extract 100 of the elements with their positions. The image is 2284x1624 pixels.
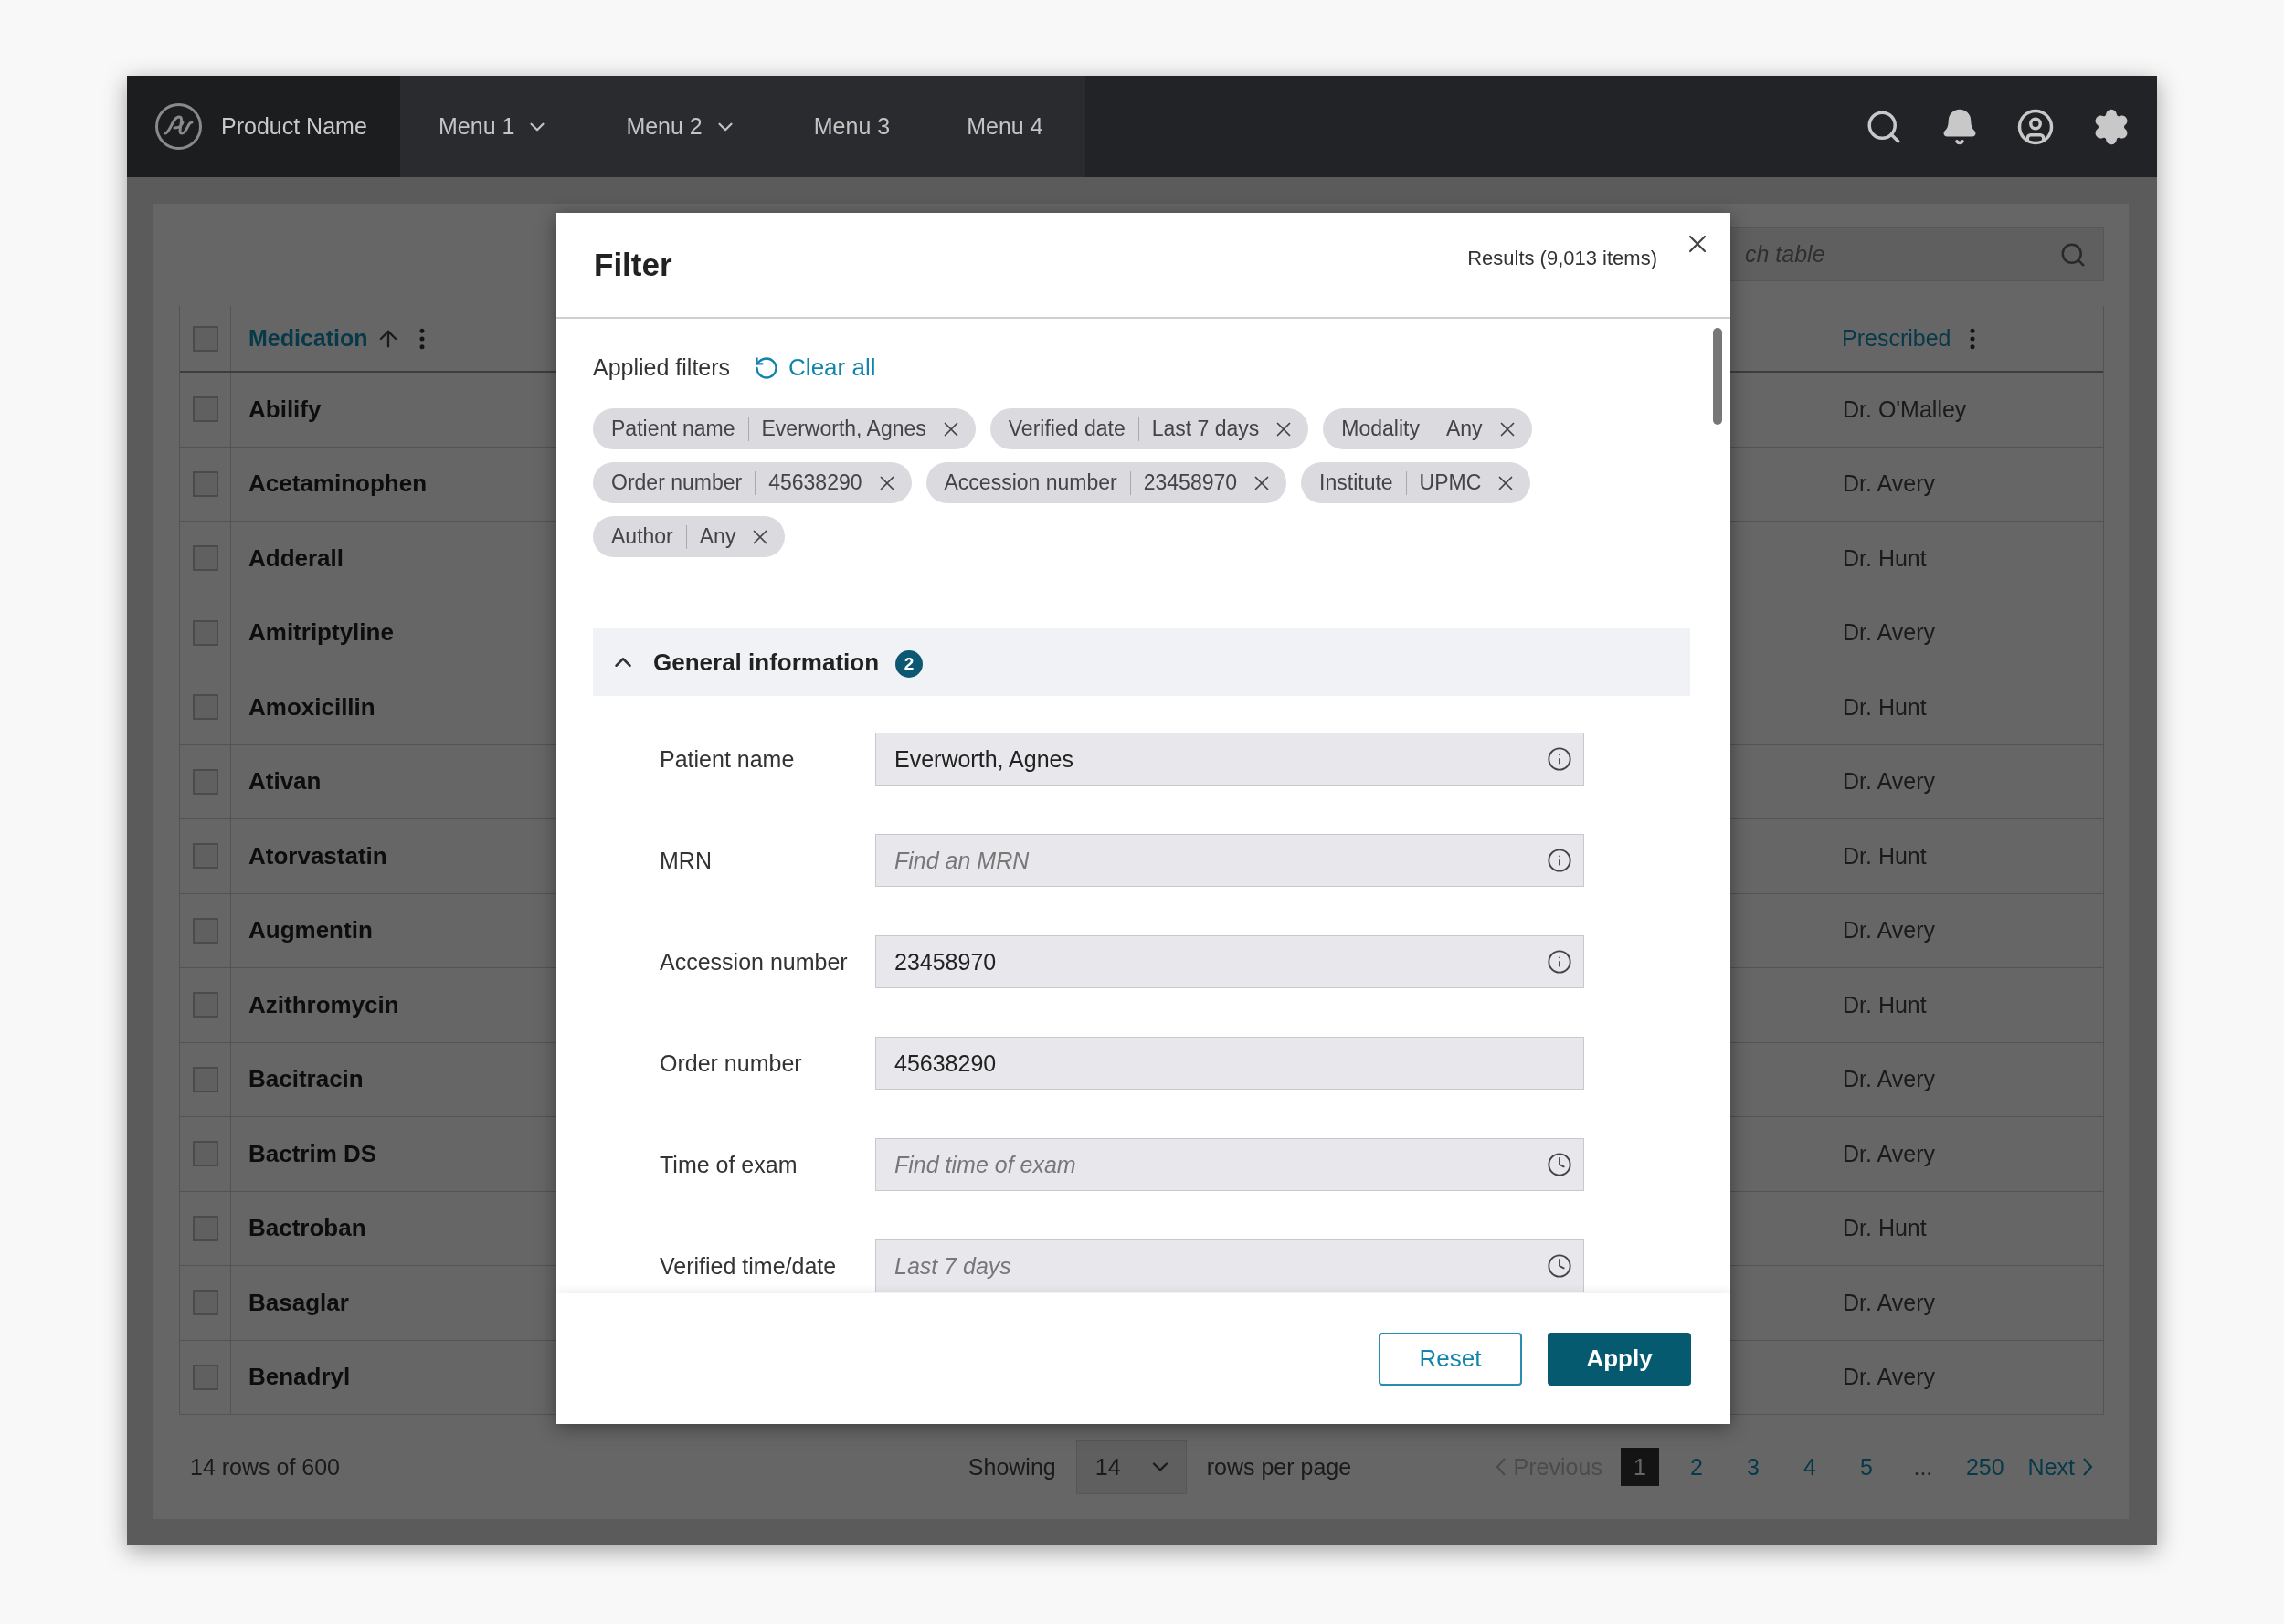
table-cell: Dr. Hunt	[1843, 991, 1927, 1018]
applied-filters-label: Applied filters	[593, 354, 731, 381]
showing-label: Showing	[968, 1453, 1056, 1481]
user-icon[interactable]	[2016, 107, 2055, 146]
menu-item[interactable]: Menu 2	[587, 76, 776, 177]
table-cell: Dr. Hunt	[1843, 693, 1927, 721]
field-label: Time of exam	[660, 1151, 798, 1178]
chip-value: UPMC	[1419, 470, 1482, 495]
select-all-checkbox[interactable]	[192, 325, 218, 352]
input-field[interactable]: Find time of exam	[875, 1138, 1584, 1191]
row-checkbox[interactable]	[192, 619, 218, 646]
input-field[interactable]: 45638290	[875, 1037, 1584, 1090]
row-checkbox[interactable]	[192, 1290, 218, 1316]
chip-name: Accession number	[944, 470, 1117, 495]
chevron-left-icon	[1495, 1458, 1507, 1476]
page-ellipsis: ...	[1912, 1452, 1934, 1482]
page-link[interactable]: 1	[1620, 1448, 1659, 1486]
page-link[interactable]: 250	[1960, 1448, 2010, 1486]
input-field[interactable]: Everworth, Agnes	[875, 733, 1584, 786]
row-checkbox[interactable]	[192, 1066, 218, 1092]
page-link[interactable]: 3	[1733, 1448, 1772, 1486]
chip-value: 23458970	[1143, 470, 1238, 495]
field-label: Patient name	[660, 745, 796, 773]
row-checkbox[interactable]	[192, 694, 218, 721]
row-checkbox[interactable]	[192, 1215, 218, 1241]
table-cell: Bactroban	[248, 1214, 366, 1243]
rows-per-page-label: rows per page	[1206, 1453, 1352, 1481]
input-field[interactable]: Last 7 days	[875, 1239, 1584, 1292]
chip-name: Modality	[1341, 417, 1420, 441]
row-checkbox[interactable]	[192, 545, 218, 572]
clear-all-link[interactable]: Clear all	[754, 353, 876, 382]
table-cell: Dr. Avery	[1843, 768, 1935, 796]
chevron-right-icon	[2082, 1458, 2093, 1476]
page-link[interactable]: 4	[1790, 1448, 1829, 1486]
table-cell: Dr. Avery	[1843, 619, 1935, 647]
menu-item[interactable]: Menu 3	[775, 76, 929, 177]
table-cell: Dr. Avery	[1843, 1289, 1935, 1316]
chip-value: Any	[699, 524, 736, 549]
input-field[interactable]: Find an MRN	[875, 834, 1584, 887]
row-checkbox[interactable]	[192, 917, 218, 944]
table-cell: Dr. Avery	[1843, 470, 1935, 498]
dialog-title: Filter	[594, 247, 672, 283]
apply-button[interactable]: Apply	[1548, 1332, 1691, 1386]
info-icon	[1547, 848, 1572, 873]
field-label: Order number	[660, 1049, 803, 1077]
logo-icon	[154, 102, 203, 151]
table-cell: Dr. Hunt	[1843, 842, 1927, 870]
menu-item[interactable]: Menu 4	[928, 76, 1082, 177]
field-label: MRN	[660, 847, 713, 874]
table-cell: Dr. Avery	[1843, 1140, 1935, 1167]
next-link[interactable]: Next	[2027, 1453, 2093, 1481]
chip-name: Order number	[611, 470, 743, 495]
table-cell: Dr. O'Malley	[1843, 395, 1967, 423]
column-header[interactable]: Prescribed	[1842, 325, 1951, 352]
chip-name: Author	[611, 524, 673, 549]
section-title: General information	[653, 648, 880, 677]
section-header[interactable]: General information 2	[593, 628, 1690, 696]
row-checkbox[interactable]	[192, 470, 218, 497]
row-checkbox[interactable]	[192, 1364, 218, 1390]
row-checkbox[interactable]	[192, 843, 218, 870]
field-label: Verified time/date	[660, 1252, 838, 1280]
input-field[interactable]: 23458970	[875, 935, 1584, 988]
row-checkbox[interactable]	[192, 992, 218, 1018]
table-cell: Bacitracin	[248, 1065, 364, 1094]
row-checkbox[interactable]	[192, 768, 218, 795]
row-checkbox[interactable]	[192, 396, 218, 423]
chip-value: Everworth, Agnes	[761, 417, 926, 441]
table-cell: Bactrim DS	[248, 1139, 377, 1168]
page-link[interactable]: 2	[1676, 1448, 1716, 1486]
clock-icon	[1547, 1152, 1572, 1177]
chip-value: Last 7 days	[1151, 417, 1260, 441]
table-cell: Dr. Avery	[1843, 1364, 1935, 1391]
menu-item[interactable]: Menu 1	[400, 76, 588, 177]
scrollbar[interactable]	[1713, 328, 1722, 425]
table-cell: Amoxicillin	[248, 692, 375, 722]
field-label: Accession number	[660, 948, 849, 975]
table-cell: Dr. Hunt	[1843, 1215, 1927, 1242]
table-cell: Amitriptyline	[248, 618, 394, 648]
reset-button[interactable]: Reset	[1379, 1332, 1522, 1386]
row-count: 14 rows of 600	[190, 1453, 341, 1481]
table-cell: Adderall	[248, 543, 344, 573]
column-header[interactable]: Medication	[248, 325, 368, 352]
table-cell: Ativan	[248, 767, 322, 796]
table-cell: Basaglar	[248, 1288, 349, 1317]
chip-name: Institute	[1319, 470, 1393, 495]
info-icon	[1547, 949, 1572, 975]
chip-name: Patient name	[611, 417, 735, 441]
page-link[interactable]: 5	[1846, 1448, 1886, 1486]
table-cell: Augmentin	[248, 916, 373, 945]
chip-name: Verified date	[1008, 417, 1126, 441]
product-name: Product Name	[221, 113, 367, 140]
table-cell: Acetaminophen	[248, 469, 428, 499]
table-cell: Dr. Avery	[1843, 1066, 1935, 1093]
rows-per-page-select[interactable]: 14	[1075, 1439, 1187, 1494]
count-badge: 2	[895, 650, 924, 678]
chip-value: 45638290	[768, 470, 862, 495]
row-checkbox[interactable]	[192, 1141, 218, 1167]
table-cell: Dr. Avery	[1843, 917, 1935, 944]
clock-icon	[1547, 1253, 1572, 1279]
table-cell: Benadryl	[248, 1363, 351, 1392]
